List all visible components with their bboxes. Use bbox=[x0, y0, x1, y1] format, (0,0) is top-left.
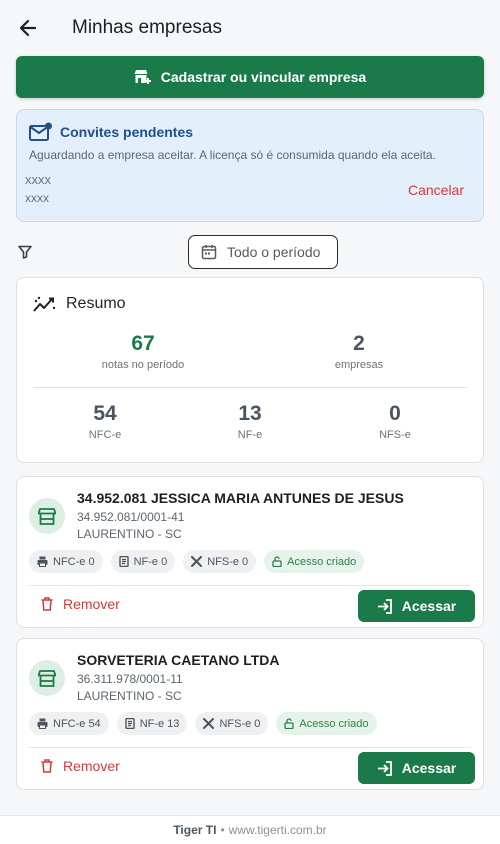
cancel-invite-button[interactable]: Cancelar bbox=[408, 182, 464, 198]
nfce-chip: NFC-e 54 bbox=[29, 712, 109, 735]
remove-company-button[interactable]: Remover bbox=[41, 596, 120, 612]
company-divider bbox=[29, 585, 471, 586]
nfe-label: NF-e bbox=[237, 429, 263, 441]
nfe-count: 13 bbox=[238, 402, 262, 425]
company-cnpj: 36.311.978/0001-11 bbox=[77, 672, 183, 686]
register-company-label: Cadastrar ou vincular empresa bbox=[160, 69, 367, 85]
access-company-button[interactable]: Acessar bbox=[358, 752, 475, 784]
invites-title: Convites pendentes bbox=[60, 124, 194, 140]
company-cnpj: 34.952.081/0001-41 bbox=[77, 510, 185, 524]
nfe-chip: NF-e 13 bbox=[116, 712, 188, 735]
stat-notes: 67 notas no período bbox=[83, 332, 203, 371]
invite-company-name: xxxx bbox=[25, 172, 51, 187]
nfse-chip-label: NFS-e 0 bbox=[207, 555, 249, 568]
nfse-chip: NFS-e 0 bbox=[195, 712, 269, 735]
summary-card: Resumo 67 notas no período 2 empresas 54… bbox=[16, 277, 484, 463]
trash-icon bbox=[41, 597, 53, 611]
store-icon bbox=[29, 660, 65, 696]
invite-company-detail: xxxx bbox=[25, 191, 49, 205]
nfse-label: NFS-e bbox=[379, 429, 411, 441]
remove-label: Remover bbox=[63, 758, 120, 774]
store-icon bbox=[29, 498, 65, 534]
access-label: Acessar bbox=[401, 598, 457, 614]
tools-icon bbox=[191, 556, 203, 567]
receipt-icon bbox=[118, 556, 129, 567]
arrow-left-icon bbox=[19, 19, 37, 37]
stat-nfe: 13 NF-e bbox=[200, 402, 300, 441]
stat-nfse: 0 NFS-e bbox=[345, 402, 445, 441]
stat-nfce: 54 NFC-e bbox=[55, 402, 155, 441]
mail-badge-icon bbox=[29, 122, 52, 141]
remove-label: Remover bbox=[63, 596, 120, 612]
access-company-button[interactable]: Acessar bbox=[358, 590, 475, 622]
lock-open-icon bbox=[284, 718, 295, 729]
printer-icon bbox=[37, 556, 48, 567]
company-city: LAURENTINO - SC bbox=[77, 527, 182, 541]
stat-companies: 2 empresas bbox=[299, 332, 419, 371]
footer-url[interactable]: www.tigerti.com.br bbox=[229, 823, 327, 837]
nfce-chip-label: NFC-e 0 bbox=[53, 555, 95, 568]
store-add-icon bbox=[134, 70, 151, 84]
nfse-count: 0 bbox=[389, 402, 401, 425]
access-created-chip: Acesso criado bbox=[264, 550, 365, 573]
trend-icon bbox=[33, 296, 56, 312]
notes-label: notas no período bbox=[101, 359, 185, 371]
footer-separator: • bbox=[220, 823, 225, 837]
nfce-count: 54 bbox=[93, 402, 117, 425]
company-chips: NFC-e 0 NF-e 0 NFS-e 0 Acesso criado bbox=[29, 550, 365, 573]
remove-company-button[interactable]: Remover bbox=[41, 758, 120, 774]
access-created-chip: Acesso criado bbox=[276, 712, 377, 735]
pending-invites-panel: Convites pendentes Aguardando a empresa … bbox=[16, 109, 484, 222]
period-filter-button[interactable]: Todo o período bbox=[188, 235, 338, 269]
nfse-chip: NFS-e 0 bbox=[183, 550, 257, 573]
company-name: 34.952.081 JESSICA MARIA ANTUNES DE JESU… bbox=[77, 490, 404, 506]
tools-icon bbox=[203, 718, 215, 729]
nfce-chip: NFC-e 0 bbox=[29, 550, 103, 573]
lock-open-icon bbox=[272, 556, 282, 567]
company-chips: NFC-e 54 NF-e 13 NFS-e 0 Acesso criado bbox=[29, 712, 377, 735]
company-card: SORVETERIA CAETANO LTDA 36.311.978/0001-… bbox=[16, 638, 484, 790]
access-created-label: Acesso criado bbox=[287, 555, 357, 568]
receipt-icon bbox=[124, 718, 135, 729]
company-card: 34.952.081 JESSICA MARIA ANTUNES DE JESU… bbox=[16, 476, 484, 628]
app-bar: Minhas empresas bbox=[0, 0, 500, 56]
summary-title: Resumo bbox=[66, 295, 126, 312]
back-button[interactable] bbox=[14, 14, 42, 42]
nfse-chip-label: NFS-e 0 bbox=[219, 717, 261, 730]
nfe-chip-label: NF-e 0 bbox=[133, 555, 168, 568]
trash-icon bbox=[41, 759, 53, 773]
notes-count: 67 bbox=[131, 332, 155, 355]
company-divider bbox=[29, 747, 471, 748]
invites-description: Aguardando a empresa aceitar. A licença … bbox=[29, 148, 436, 162]
nfce-label: NFC-e bbox=[88, 429, 122, 441]
company-city: LAURENTINO - SC bbox=[77, 689, 182, 703]
footer-brand: Tiger TI bbox=[173, 823, 217, 837]
login-icon bbox=[377, 598, 392, 614]
nfe-chip: NF-e 0 bbox=[110, 550, 176, 573]
companies-label: empresas bbox=[334, 359, 384, 371]
summary-divider bbox=[33, 387, 467, 388]
access-created-label: Acesso criado bbox=[299, 717, 369, 730]
filter-icon[interactable] bbox=[18, 245, 32, 259]
access-label: Acessar bbox=[401, 760, 457, 776]
page-title: Minhas empresas bbox=[72, 17, 222, 38]
login-icon bbox=[377, 760, 392, 776]
printer-icon bbox=[37, 718, 48, 729]
nfce-chip-label: NFC-e 54 bbox=[53, 717, 101, 730]
summary-header: Resumo bbox=[33, 295, 126, 313]
companies-count: 2 bbox=[353, 332, 365, 355]
register-company-button[interactable]: Cadastrar ou vincular empresa bbox=[16, 56, 484, 98]
period-filter-label: Todo o período bbox=[227, 244, 321, 260]
company-name: SORVETERIA CAETANO LTDA bbox=[77, 652, 280, 668]
footer: Tiger TI • www.tigerti.com.br bbox=[0, 815, 500, 844]
calendar-icon bbox=[201, 245, 217, 260]
nfe-chip-label: NF-e 13 bbox=[139, 717, 180, 730]
